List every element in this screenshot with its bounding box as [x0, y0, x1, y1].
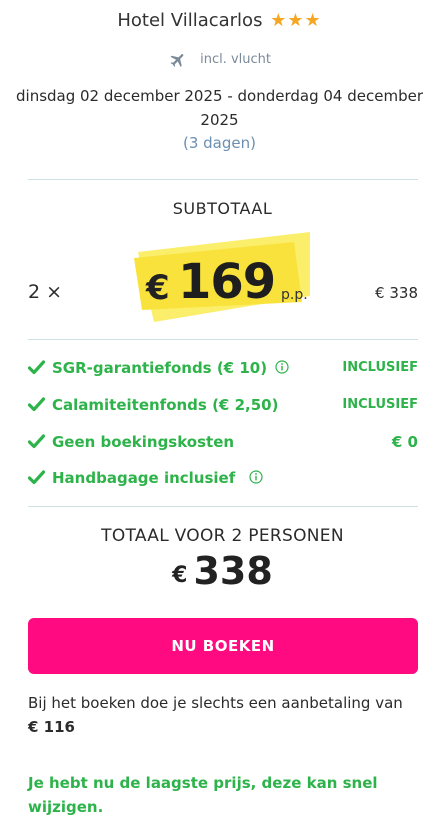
trip-duration: (3 dagen) [183, 134, 256, 152]
checkmark-icon [28, 360, 45, 375]
feature-label-text: Handbagage inclusief [52, 469, 236, 487]
hotel-title: Hotel Villacarlos ★★★ [0, 8, 439, 34]
checkmark-icon [28, 397, 45, 412]
feature-status: € 0 [391, 433, 418, 451]
subtotal-title: SUBTOTAAL [172, 199, 273, 218]
feature-label: Geen boekingskosten [52, 433, 235, 451]
checkmark-icon [28, 470, 45, 485]
feature-handbagage: Handbagage inclusief [28, 467, 418, 489]
divider [28, 179, 418, 180]
flight-info: incl. vlucht [0, 50, 439, 70]
feature-sgr: SGR-garantiefonds (€ 10) INCLUSIEF [28, 357, 418, 379]
checkmark-icon [28, 434, 45, 449]
price-per-person: € 169 p.p. [134, 232, 314, 322]
book-now-button[interactable]: NU BOEKEN [28, 618, 418, 674]
feature-boekingskosten: Geen boekingskosten € 0 [28, 431, 418, 453]
feature-calamiteitenfonds: Calamiteitenfonds (€ 2,50) INCLUSIEF [28, 394, 418, 416]
feature-status: INCLUSIEF [342, 397, 418, 412]
total-value: 338 [193, 549, 273, 593]
info-icon[interactable] [249, 470, 263, 484]
per-person-label: p.p. [281, 287, 308, 303]
travel-dates: dinsdag 02 december 2025 - donderdag 04 … [16, 87, 423, 129]
deposit-amount: € 116 [28, 718, 75, 736]
quantity: 2 × [28, 281, 63, 303]
total-title: TOTAAL VOOR 2 PERSONEN [101, 526, 344, 546]
deposit-info: Bij het boeken doe je slechts een aanbet… [28, 691, 423, 739]
price-amount: 169 [178, 254, 276, 310]
deposit-text: Bij het boeken doe je slechts een aanbet… [28, 694, 403, 712]
feature-label: Calamiteitenfonds (€ 2,50) [52, 396, 279, 414]
subtotal-amount: € 338 [375, 284, 418, 302]
star-rating-icon: ★★★ [270, 10, 322, 31]
feature-label-text: SGR-garantiefonds (€ 10) [52, 359, 268, 377]
divider [28, 506, 418, 507]
feature-label: Handbagage inclusief [52, 467, 263, 489]
total-amount: €338 [0, 549, 439, 593]
feature-status: INCLUSIEF [342, 360, 418, 375]
feature-label: SGR-garantiefonds (€ 10) [52, 357, 289, 379]
divider [28, 339, 418, 340]
hotel-name: Hotel Villacarlos [117, 10, 263, 31]
flight-label: incl. vlucht [200, 52, 272, 67]
price-currency: € [146, 268, 170, 308]
info-icon[interactable] [275, 360, 289, 374]
urgency-message: Je hebt nu de laagste prijs, deze kan sn… [28, 774, 378, 816]
total-currency: € [172, 563, 188, 588]
airplane-icon [170, 53, 184, 67]
